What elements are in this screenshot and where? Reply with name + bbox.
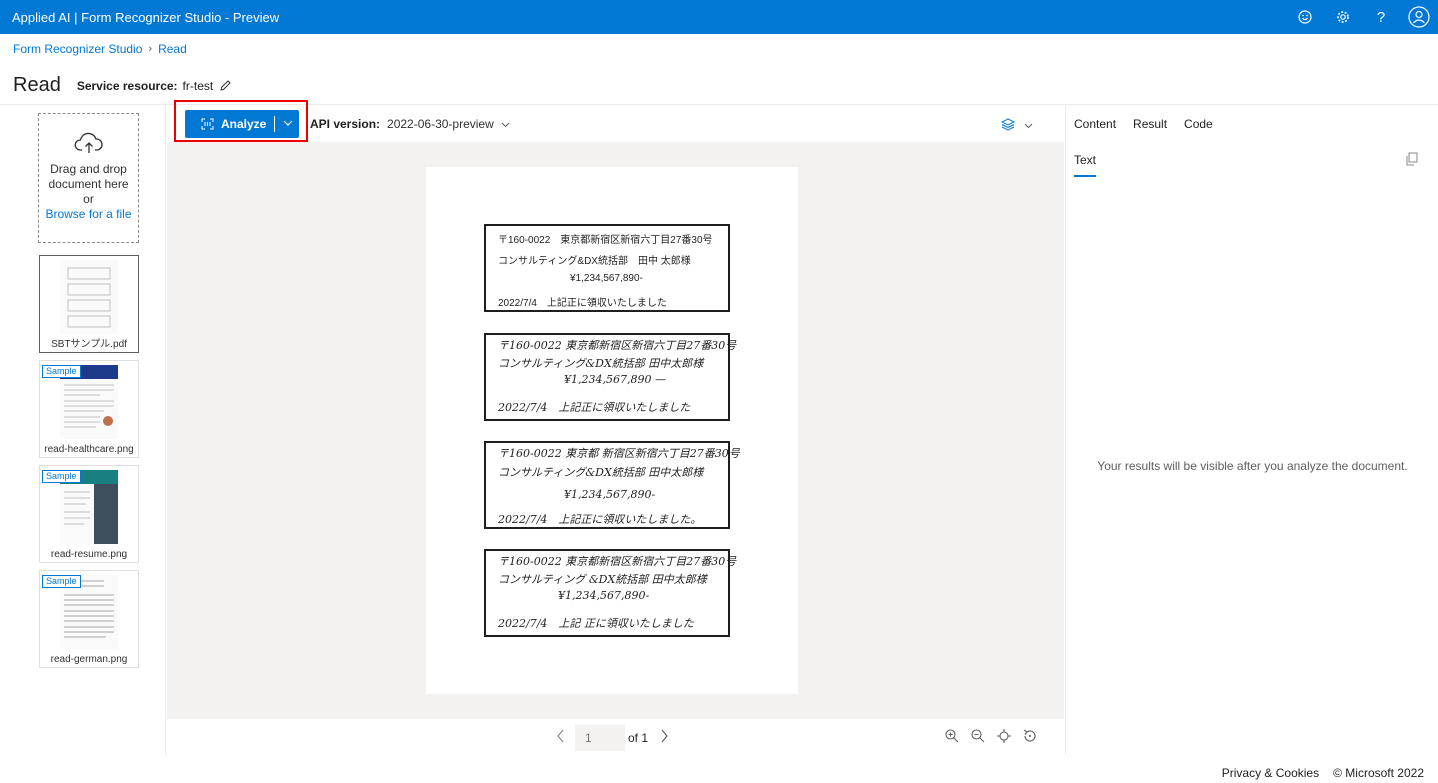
results-panel: Content Result Code Text Your results wi… [1065,105,1438,755]
results-empty-message: Your results will be visible after you a… [1097,459,1408,473]
service-resource-value: fr-test [182,78,214,93]
zoom-toolbar [944,728,1038,749]
file-name: read-german.png [50,654,128,665]
receipt-amount: ¥1,234,567,890- [570,273,643,284]
receipt-address: 〒160-0022 東京都新宿区新宿六丁目27番30号 [498,339,737,352]
help-icon[interactable]: ? [1362,0,1400,34]
receipt-note: 2022/7/4 上記正に領収いたしました [498,298,667,309]
chevron-left-icon[interactable] [555,729,567,743]
receipt-recipient: コンサルティング&DX統括部 田中太郎様 [498,466,704,479]
chevron-down-icon[interactable] [282,117,294,129]
file-thumb-healthcare[interactable]: Sample read-healthcare.png [39,360,139,458]
edit-pencil-icon[interactable] [219,79,232,92]
sample-badge: Sample [42,575,81,588]
privacy-cookies-link[interactable]: Privacy & Cookies [1222,766,1319,780]
tab-code[interactable]: Code [1184,117,1213,131]
analyze-button-label: Analyze [221,117,267,131]
chevron-right-icon: › [148,43,153,55]
chevron-right-icon[interactable] [658,729,670,743]
file-thumb-german[interactable]: Sample read-german.png [39,570,139,668]
active-tab-indicator [1074,175,1096,177]
file-name: read-healthcare.png [44,444,134,455]
receipt-block: 〒160-0022 東京都新宿区新宿六丁目27番30号 コンサルティング&DX統… [484,333,736,421]
receipt-recipient: コンサルティング&DX統括部 田中 太郎様 [498,256,691,267]
split-button-divider [274,116,275,132]
document-canvas[interactable]: 〒160-0022 東京都新宿区新宿六丁目27番30号 コンサルティング&DX統… [167,142,1064,719]
page-count-text: of 1 [628,731,649,745]
receipt-note: 2022/7/4 上記正に領収いたしました。 [498,513,702,526]
analyze-button[interactable]: Analyze [185,110,299,138]
receipt-address: 〒160-0022 東京都新宿区新宿六丁目27番30号 [498,555,737,568]
layers-icon [1000,117,1016,136]
receipt-amount: ¥1,234,567,890 — [564,373,666,386]
page-number-input[interactable] [575,725,625,751]
api-version-value: 2022-06-30-preview [387,117,494,131]
api-version-label: API version: [310,117,381,131]
browse-file-link[interactable]: Browse for a file [39,207,138,222]
subtab-text[interactable]: Text [1074,153,1096,167]
receipt-block: 〒160-0022 東京都新宿区新宿六丁目27番30号 コンサルティング&DX統… [484,224,730,312]
service-resource-label: Service resource: [76,78,178,93]
breadcrumb: Form Recognizer Studio › Read [13,42,187,56]
rotate-icon[interactable] [1022,728,1038,749]
file-name: read-resume.png [50,549,128,560]
user-avatar-icon[interactable] [1400,0,1438,34]
receipt-block: 〒160-0022 東京都新宿区新宿六丁目27番30号 コンサルティング &DX… [484,549,736,637]
zoom-in-icon[interactable] [944,728,960,749]
breadcrumb-current-link[interactable]: Read [158,42,187,56]
page-title: Read [13,74,61,96]
scan-icon [201,118,214,130]
chevron-down-icon [1023,118,1034,136]
file-name: SBTサンプル.pdf [51,339,127,350]
app-title: Applied AI | Form Recognizer Studio - Pr… [12,9,280,25]
zoom-out-icon[interactable] [970,728,986,749]
chevron-down-icon [500,119,511,130]
cloud-upload-icon [39,132,138,156]
file-thumb-sbt[interactable]: SBTサンプル.pdf [39,255,139,353]
copyright-text: © Microsoft 2022 [1333,766,1424,780]
footer: Privacy & Cookies © Microsoft 2022 [1222,766,1424,780]
receipt-block: 〒160-0022 東京都 新宿区新宿六丁目27番30号 コンサルティング&DX… [484,441,740,529]
results-tabs: Content Result Code [1074,117,1213,131]
sample-badge: Sample [42,365,81,378]
app-header: Applied AI | Form Recognizer Studio - Pr… [0,0,1438,34]
smiley-icon[interactable] [1286,0,1324,34]
tab-result[interactable]: Result [1133,117,1167,131]
file-list-panel: Drag and drop document here or Browse fo… [0,105,166,755]
receipt-recipient: コンサルティング &DX統括部 田中太郎様 [498,573,707,586]
page-navigator: of 1 [167,719,1064,755]
receipt-recipient: コンサルティング&DX統括部 田中太郎様 [498,357,704,370]
file-preview-image [60,260,118,334]
document-viewer: Analyze API version: 2022-06-30-preview [167,100,1064,755]
copy-icon[interactable] [1405,152,1418,166]
page-header: Read Service resource: fr-test [13,74,232,97]
document-page: 〒160-0022 東京都新宿区新宿六丁目27番30号 コンサルティング&DX統… [426,167,798,694]
viewer-toolbar: Analyze API version: 2022-06-30-preview [167,100,1064,142]
receipt-amount: ¥1,234,567,890- [564,488,656,501]
receipt-address: 〒160-0022 東京都新宿区新宿六丁目27番30号 [498,235,713,246]
receipt-note: 2022/7/4 上記正に領収いたしました [498,401,691,414]
file-dropzone[interactable]: Drag and drop document here or Browse fo… [38,113,139,243]
breadcrumb-root-link[interactable]: Form Recognizer Studio [13,42,142,56]
receipt-amount: ¥1,234,567,890- [558,589,650,602]
dropzone-text-2: document here [48,177,129,191]
dropzone-text-1: Drag and drop [50,162,127,176]
api-version-selector[interactable]: API version: 2022-06-30-preview [310,117,511,131]
file-thumb-resume[interactable]: Sample read-resume.png [39,465,139,563]
receipt-note: 2022/7/4 上記 正に領収いたしました [498,617,694,630]
tab-content[interactable]: Content [1074,117,1116,131]
gear-icon[interactable] [1324,0,1362,34]
receipt-address: 〒160-0022 東京都 新宿区新宿六丁目27番30号 [498,447,740,460]
sample-badge: Sample [42,470,81,483]
fit-to-window-icon[interactable] [996,728,1012,749]
layers-dropdown[interactable] [1000,117,1034,136]
dropzone-text-3: or [83,192,94,206]
